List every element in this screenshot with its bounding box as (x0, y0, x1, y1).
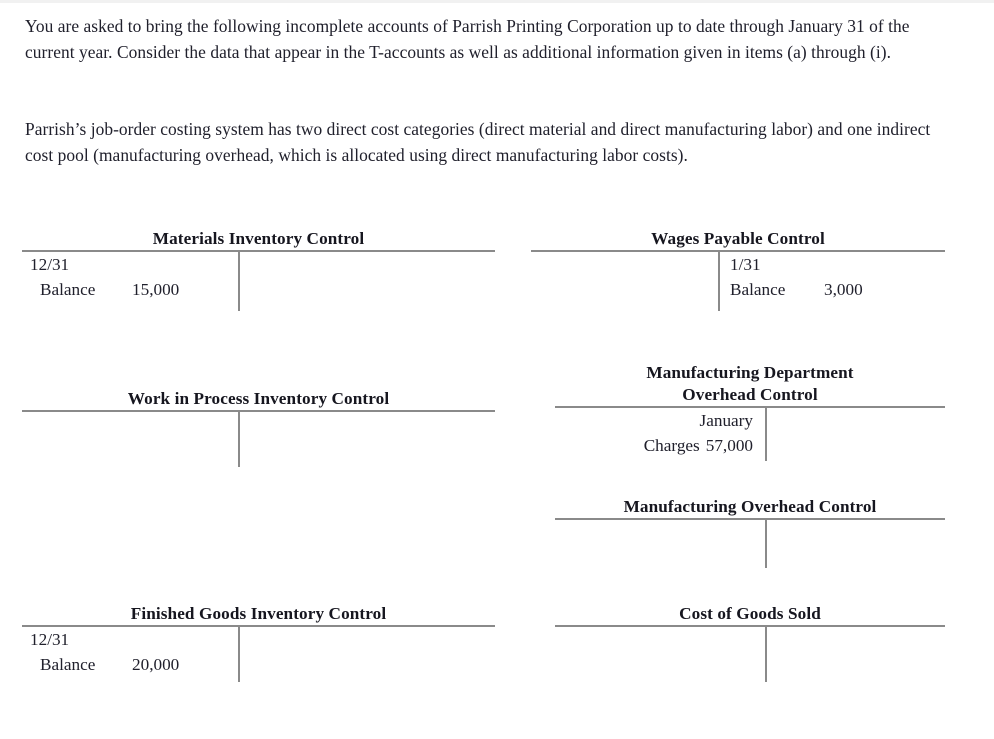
t-account-stem (765, 627, 767, 682)
t-account-debit-side: 12/31 Balance 20,000 (22, 627, 238, 677)
entry-amount: 57,000 (705, 436, 753, 455)
t-account-stem (238, 627, 240, 682)
t-account-cost-of-goods-sold: Cost of Goods Sold (555, 603, 945, 703)
entry-label: Balance (40, 655, 96, 674)
entry-date: 1/31 (730, 255, 761, 274)
t-account-wages-payable-control: Wages Payable Control 1/31 Balance 3,000 (531, 228, 945, 328)
entry-date: January (699, 411, 753, 430)
t-account-manufacturing-department-overhead-control: Manufacturing Department Overhead Contro… (555, 362, 945, 466)
entry-amount: 15,000 (132, 280, 180, 299)
entry-label: Balance (40, 280, 96, 299)
entry-amount: 3,000 (824, 280, 863, 299)
entry-amount: 20,000 (132, 655, 180, 674)
t-account-stem (765, 408, 767, 461)
entry-label: Balance (730, 280, 786, 299)
t-account-entry: 12/31 Balance 15,000 (22, 252, 238, 302)
t-account-title: Finished Goods Inventory Control (130, 604, 387, 623)
t-account-title: Manufacturing Department Overhead Contro… (555, 362, 945, 406)
entry-line: Charges 57,000 (555, 433, 765, 458)
t-accounts-region: Materials Inventory Control 12/31 Balanc… (0, 0, 994, 739)
t-account-stem (765, 520, 767, 568)
t-account-title: Manufacturing Overhead Control (623, 497, 877, 516)
t-account-debit-side: January Charges 57,000 (555, 408, 765, 458)
t-account-stem (238, 252, 240, 311)
entry-label: Charges (643, 436, 700, 455)
t-account-work-in-process-inventory-control: Work in Process Inventory Control (22, 388, 495, 472)
t-account-entry: 12/31 Balance 20,000 (22, 627, 238, 677)
t-account-title: Materials Inventory Control (152, 229, 365, 248)
entry-line: Balance 3,000 (720, 277, 945, 302)
t-account-entry: 1/31 Balance 3,000 (720, 252, 945, 302)
t-account-title: Cost of Goods Sold (679, 604, 821, 623)
entry-date: 12/31 (30, 255, 70, 274)
entry-line: Balance 20,000 (22, 652, 238, 677)
t-account-stem (238, 412, 240, 467)
t-account-credit-side: 1/31 Balance 3,000 (720, 252, 945, 302)
t-account-title: Work in Process Inventory Control (127, 389, 390, 408)
t-account-title-line-2: Overhead Control (682, 385, 818, 404)
t-account-finished-goods-inventory-control: Finished Goods Inventory Control 12/31 B… (22, 603, 495, 703)
entry-date: 12/31 (30, 630, 70, 649)
t-account-entry: January Charges 57,000 (555, 408, 765, 458)
t-account-title: Wages Payable Control (651, 229, 825, 248)
t-account-materials-inventory-control: Materials Inventory Control 12/31 Balanc… (22, 228, 495, 328)
t-account-manufacturing-overhead-control: Manufacturing Overhead Control (555, 496, 945, 578)
t-account-debit-side: 12/31 Balance 15,000 (22, 252, 238, 302)
entry-line: Balance 15,000 (22, 277, 238, 302)
t-account-title-line-1: Manufacturing Department (646, 363, 854, 382)
